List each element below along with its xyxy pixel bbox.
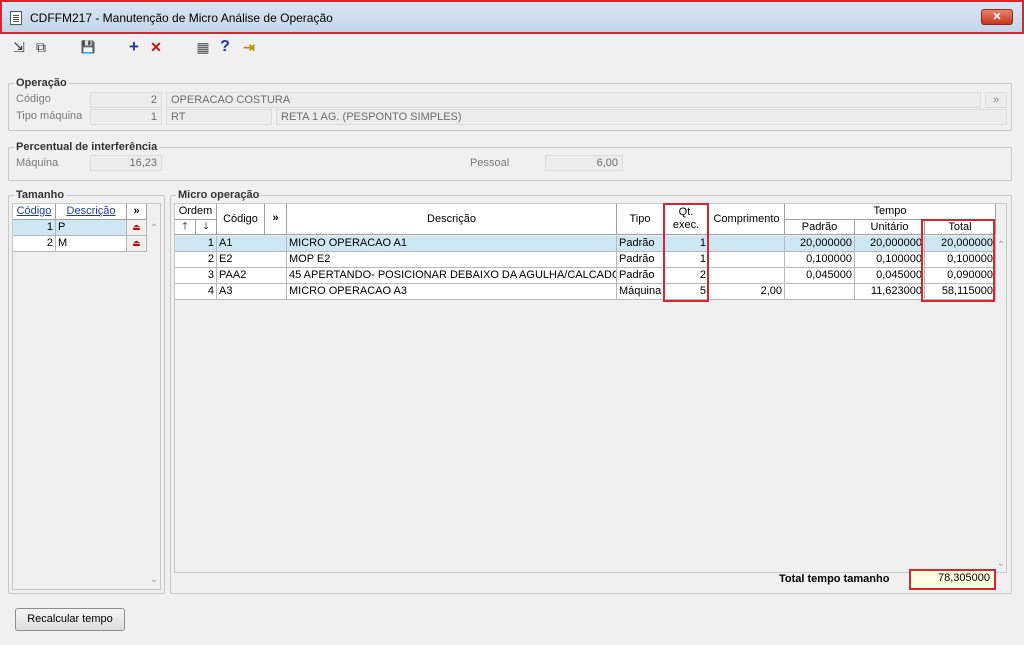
micro-row4-codigo[interactable]: A3 — [217, 284, 287, 300]
micro-row1-unitario[interactable]: 20,000000 — [855, 236, 925, 252]
micro-row2-qt[interactable]: 1 — [664, 252, 709, 268]
micro-row2-codigo[interactable]: E2 — [217, 252, 287, 268]
save-icon[interactable]: 💾 — [79, 38, 97, 56]
tipo-maquina-field[interactable]: 1 — [90, 109, 162, 125]
micro-row3-total[interactable]: 0,090000 — [925, 268, 996, 284]
tam-header-more[interactable]: » — [127, 204, 147, 220]
micro-row3-ordem[interactable]: 3 — [175, 268, 217, 284]
header-qt-exec[interactable]: Qt. exec. — [664, 204, 709, 235]
recalcular-button[interactable]: Recalcular tempo — [15, 608, 125, 631]
sort-down-icon[interactable]: 🡓 — [196, 220, 217, 235]
micro-row4-tipo[interactable]: Máquina — [617, 284, 664, 300]
operacao-desc-field: OPERACAO COSTURA — [166, 92, 981, 108]
maquina-label: Máquina — [16, 157, 59, 169]
tam-row2-codigo[interactable]: 2 — [13, 236, 56, 252]
scroll-down-icon[interactable]: ⌄ — [995, 558, 1007, 569]
tipo-code-field: RT — [166, 109, 272, 125]
micro-row2-comprimento[interactable] — [709, 252, 785, 268]
header-descricao[interactable]: Descrição — [287, 204, 617, 235]
exit-icon[interactable]: ⇥ — [240, 38, 258, 56]
header-comprimento[interactable]: Comprimento — [709, 204, 785, 235]
micro-row4-padrao[interactable] — [785, 284, 855, 300]
header-tipo[interactable]: Tipo — [617, 204, 664, 235]
previous-record-icon[interactable]: ⧉ — [32, 38, 50, 56]
micro-row1-comprimento[interactable] — [709, 236, 785, 252]
micro-row1-descricao[interactable]: MICRO OPERACAO A1 — [287, 236, 617, 252]
header-padrao[interactable]: Padrão — [785, 220, 855, 235]
tipo-maquina-label: Tipo máquina — [16, 110, 83, 122]
micro-row1-padrao[interactable]: 20,000000 — [785, 236, 855, 252]
micro-row4-comprimento[interactable]: 2,00 — [709, 284, 785, 300]
micro-row1-codigo[interactable]: A1 — [217, 236, 287, 252]
tam-row1-descricao[interactable]: P — [56, 220, 127, 236]
scroll-up-icon[interactable]: ⌃ — [995, 240, 1007, 251]
micro-row4-ordem[interactable]: 4 — [175, 284, 217, 300]
document-icon — [10, 11, 22, 25]
codigo-field[interactable]: 2 — [90, 92, 162, 108]
lookup-button[interactable]: » — [985, 92, 1007, 108]
micro-row4-descricao[interactable]: MICRO OPERACAO A3 — [287, 284, 617, 300]
header-total[interactable]: Total — [925, 220, 996, 235]
total-tempo-label: Total tempo tamanho — [779, 573, 890, 585]
header-ordem[interactable]: Ordem — [175, 204, 217, 220]
micro-row3-qt[interactable]: 2 — [664, 268, 709, 284]
codigo-label: Código — [16, 93, 51, 105]
micro-row2-tipo[interactable]: Padrão — [617, 252, 664, 268]
title-bar: CDFFM217 - Manutenção de Micro Análise d… — [0, 0, 1024, 34]
scroll-down-icon[interactable]: ⌄ — [148, 574, 160, 585]
micro-row2-unitario[interactable]: 0,100000 — [855, 252, 925, 268]
micro-row3-padrao[interactable]: 0,045000 — [785, 268, 855, 284]
add-icon[interactable]: + — [125, 38, 143, 56]
tipo-desc-field: RETA 1 AG. (PESPONTO SIMPLES) — [276, 109, 1007, 125]
micro-row4-total[interactable]: 58,115000 — [925, 284, 996, 300]
pessoal-field[interactable]: 6,00 — [545, 155, 623, 171]
micro-row4-unitario[interactable]: 11,623000 — [855, 284, 925, 300]
tam-row1-codigo[interactable]: 1 — [13, 220, 56, 236]
micro-row3-unitario[interactable]: 0,045000 — [855, 268, 925, 284]
micro-row2-total[interactable]: 0,100000 — [925, 252, 996, 268]
micro-row1-tipo[interactable]: Padrão — [617, 236, 664, 252]
operacao-title: Operação — [14, 77, 69, 89]
help-icon[interactable]: ? — [216, 38, 234, 56]
sort-up-icon[interactable]: 🡑 — [175, 220, 196, 235]
tam-header-codigo[interactable]: Código — [13, 204, 56, 220]
eject-icon[interactable]: ⏏ — [127, 220, 147, 236]
first-record-icon[interactable]: ⇲ — [10, 38, 28, 56]
micro-grid: Ordem 🡑 🡓 Código » Descrição Tipo Qt. ex… — [174, 203, 1007, 573]
micro-row3-codigo[interactable]: PAA2 — [217, 268, 287, 284]
micro-row2-ordem[interactable]: 2 — [175, 252, 217, 268]
micro-row3-tipo[interactable]: Padrão — [617, 268, 664, 284]
header-tempo: Tempo — [785, 204, 996, 220]
delete-icon[interactable]: ✕ — [147, 38, 165, 56]
micro-row4-qt[interactable]: 5 — [664, 284, 709, 300]
window-title: CDFFM217 - Manutenção de Micro Análise d… — [30, 11, 333, 25]
eject-icon[interactable]: ⏏ — [127, 236, 147, 252]
micro-row1-qt[interactable]: 1 — [664, 236, 709, 252]
scroll-up-icon[interactable]: ⌃ — [148, 223, 160, 234]
micro-row3-descricao[interactable]: 45 APERTANDO- POSICIONAR DEBAIXO DA AGUL… — [287, 268, 617, 284]
pessoal-label: Pessoal — [470, 157, 510, 169]
tamanho-grid: Código Descrição » 1 P ⏏ 2 M ⏏ ⌃ ⌄ — [12, 203, 161, 590]
tamanho-title: Tamanho — [14, 189, 67, 201]
tam-header-descricao[interactable]: Descrição — [56, 204, 127, 220]
header-more[interactable]: » — [265, 204, 287, 235]
close-button[interactable]: ✕ — [981, 9, 1013, 25]
recalcular-label: Recalcular tempo — [27, 613, 113, 625]
micro-row2-padrao[interactable]: 0,100000 — [785, 252, 855, 268]
micro-row2-descricao[interactable]: MOP E2 — [287, 252, 617, 268]
micro-row1-ordem[interactable]: 1 — [175, 236, 217, 252]
header-unitario[interactable]: Unitário — [855, 220, 925, 235]
micro-row3-comprimento[interactable] — [709, 268, 785, 284]
total-tempo-field: 78,305000 — [911, 571, 994, 588]
maquina-field[interactable]: 16,23 — [90, 155, 162, 171]
header-codigo[interactable]: Código — [217, 204, 265, 235]
tam-row2-descricao[interactable]: M — [56, 236, 127, 252]
micro-row1-total[interactable]: 20,000000 — [925, 236, 996, 252]
calendar-icon[interactable]: ▦ — [194, 38, 212, 56]
micro-title: Micro operação — [176, 189, 262, 201]
percentual-title: Percentual de interferência — [14, 141, 160, 153]
